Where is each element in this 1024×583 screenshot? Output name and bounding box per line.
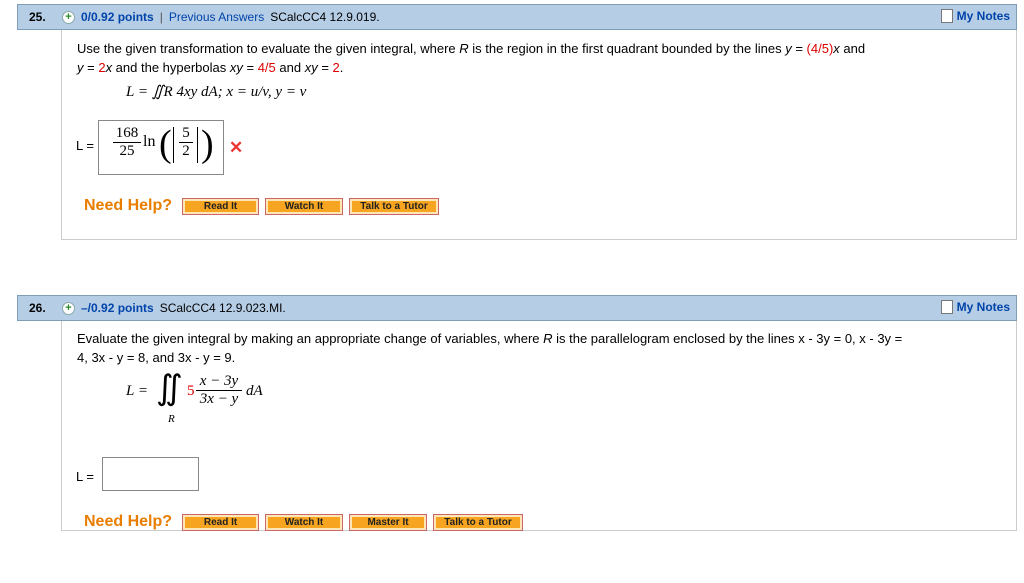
integral-formula: L = ∬R 4xy dA; x = u/v, y = v — [126, 84, 307, 100]
expand-plus-icon[interactable]: + — [62, 10, 75, 24]
talk-to-tutor-button[interactable]: Talk to a Tutor — [349, 197, 440, 215]
read-it-button[interactable]: Read It — [182, 513, 260, 531]
need-help-row: Need Help? Read It Watch It Master It Ta… — [84, 513, 529, 531]
inner-denominator: 2 — [182, 143, 190, 159]
watch-it-button[interactable]: Watch It — [265, 513, 344, 531]
inner-numerator: 5 — [179, 125, 193, 143]
talk-to-tutor-button[interactable]: Talk to a Tutor — [433, 513, 524, 531]
need-help-row: Need Help? Read It Watch It Talk to a Tu… — [84, 197, 445, 215]
question-body: Evaluate the given integral by making an… — [61, 321, 1017, 531]
question-number: 25. — [29, 10, 46, 24]
answer-ln: ln — [143, 133, 156, 150]
answer-label: L = — [76, 138, 94, 153]
answer-field[interactable]: 168 25 ln ( 5 2 ) — [98, 120, 224, 175]
separator: | — [159, 10, 163, 24]
points-label: –/0.92 points — [81, 301, 154, 315]
need-help-label: Need Help? — [84, 513, 173, 530]
question-body: Use the given transformation to evaluate… — [61, 30, 1017, 240]
my-notes-label: My Notes — [956, 300, 1010, 314]
question-text: Use the given transformation to evaluate… — [77, 41, 866, 75]
answer-denominator: 25 — [119, 143, 135, 159]
formula-region: R — [168, 413, 175, 425]
answer-field[interactable] — [102, 457, 199, 491]
my-notes-button[interactable]: My Notes — [940, 300, 1010, 314]
my-notes-label: My Notes — [956, 9, 1010, 23]
question-code: SCalcCC4 12.9.023.MI. — [159, 301, 286, 315]
previous-answers-link[interactable]: Previous Answers — [169, 10, 264, 24]
note-icon — [940, 9, 953, 23]
expand-plus-icon[interactable]: + — [62, 301, 75, 315]
question-header: 25. + 0/0.92 points | Previous Answers S… — [17, 4, 1017, 30]
need-help-label: Need Help? — [84, 197, 173, 214]
question-25: 25. + 0/0.92 points | Previous Answers S… — [17, 4, 1017, 240]
formula-dA: dA — [246, 383, 263, 399]
master-it-button[interactable]: Master It — [349, 513, 428, 531]
question-header: 26. + –/0.92 points SCalcCC4 12.9.023.MI… — [17, 295, 1017, 321]
double-integral-icon: ∬ — [156, 370, 183, 407]
answer-numerator: 168 — [113, 125, 141, 143]
formula-coef: 5 — [187, 383, 195, 399]
formula-L: L = — [126, 383, 148, 399]
my-notes-button[interactable]: My Notes — [940, 9, 1010, 23]
wrong-mark-icon: ✕ — [229, 138, 244, 157]
question-26: 26. + –/0.92 points SCalcCC4 12.9.023.MI… — [17, 295, 1017, 531]
answer-label: L = — [76, 469, 94, 484]
integral-formula: L = ∬ R 5 x − 3y 3x − y dA — [124, 370, 284, 441]
question-code: SCalcCC4 12.9.019. — [270, 10, 380, 24]
formula-numerator: x − 3y — [196, 373, 242, 391]
read-it-button[interactable]: Read It — [182, 197, 260, 215]
watch-it-button[interactable]: Watch It — [265, 197, 344, 215]
question-text: Evaluate the given integral by making an… — [77, 331, 903, 365]
note-icon — [940, 300, 953, 314]
points-label: 0/0.92 points — [81, 10, 154, 24]
question-number: 26. — [29, 301, 46, 315]
formula-denominator: 3x − y — [199, 391, 239, 407]
